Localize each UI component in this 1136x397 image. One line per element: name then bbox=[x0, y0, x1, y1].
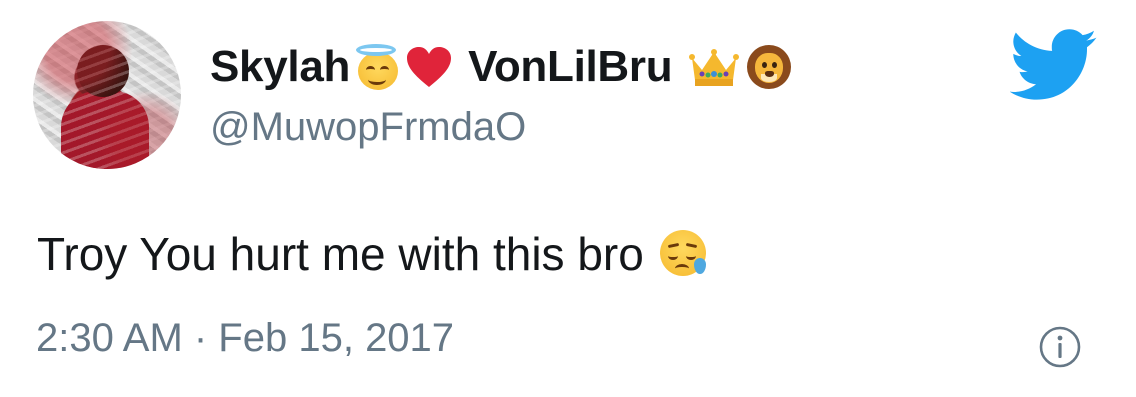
red-heart-icon bbox=[406, 44, 454, 90]
tweet-card: Skylah VonLilBru @MuwopFrmdaO Troy You h… bbox=[0, 0, 1136, 397]
tweet-text: Troy You hurt me with this bro bbox=[37, 222, 710, 286]
crown-icon bbox=[688, 44, 740, 90]
tweet-timestamp[interactable]: 2:30 AM · Feb 15, 2017 bbox=[36, 316, 454, 361]
twitter-bird-icon[interactable] bbox=[1009, 29, 1098, 101]
info-icon[interactable] bbox=[1038, 325, 1082, 369]
avatar-texture bbox=[33, 21, 181, 169]
avatar[interactable] bbox=[33, 21, 181, 169]
user-handle[interactable]: @MuwopFrmdaO bbox=[210, 105, 526, 150]
smiling-face-with-halo-icon bbox=[354, 44, 400, 90]
display-name-row[interactable]: Skylah VonLilBru bbox=[210, 36, 794, 98]
display-name-second: VonLilBru bbox=[468, 42, 673, 91]
display-name-first: Skylah bbox=[210, 42, 351, 91]
sleepy-face-icon bbox=[658, 228, 710, 280]
lion-face-icon bbox=[746, 44, 794, 90]
tweet-text-body: Troy You hurt me with this bro bbox=[37, 228, 644, 280]
